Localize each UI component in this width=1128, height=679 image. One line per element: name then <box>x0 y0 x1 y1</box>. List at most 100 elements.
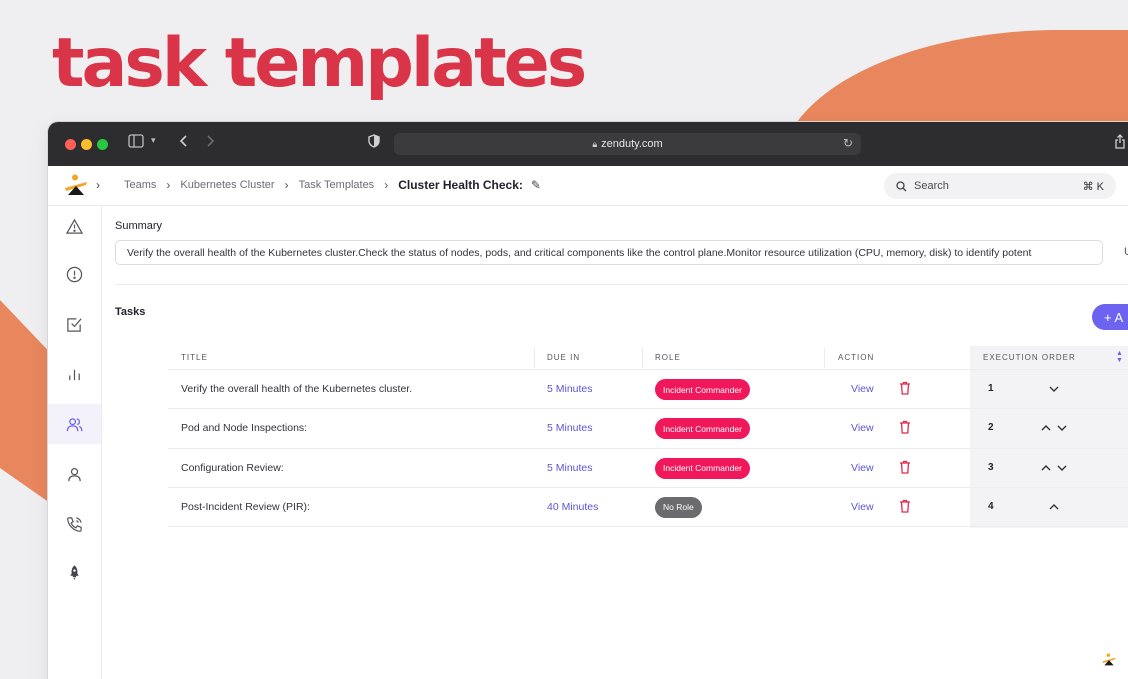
role-badge[interactable]: Incident Commander <box>655 418 750 440</box>
summary-extra: U <box>1124 246 1128 258</box>
table-body: Verify the overall health of the Kuberne… <box>168 370 1128 528</box>
lock-icon: 🔒︎ <box>592 138 598 149</box>
tasks-table: TITLE DUE IN ROLE ACTION EXECUTION ORDER… <box>168 346 1128 528</box>
move-down-icon[interactable] <box>1048 382 1060 394</box>
sidebar <box>48 206 102 679</box>
column-divider <box>642 348 643 368</box>
column-header-due-in: DUE IN <box>547 353 581 362</box>
column-header-title: TITLE <box>181 353 208 362</box>
column-header-execution-order[interactable]: EXECUTION ORDER <box>983 353 1076 362</box>
zenduty-footer-logo-icon <box>1102 653 1116 666</box>
column-header-action: ACTION <box>838 353 875 362</box>
breadcrumb-task-templates[interactable]: Task Templates <box>299 179 375 191</box>
phone-call-icon <box>67 516 82 532</box>
warning-triangle-icon <box>66 218 83 234</box>
add-task-button[interactable]: + A <box>1092 304 1128 330</box>
shield-icon[interactable] <box>368 134 380 152</box>
table-row: Configuration Review: 5 Minutes Incident C… <box>168 449 1128 488</box>
task-due-in: 40 Minutes <box>547 500 599 513</box>
chevron-right-icon: › <box>166 178 171 192</box>
sidebar-item-profile[interactable] <box>48 454 101 494</box>
move-down-icon[interactable] <box>1056 421 1068 433</box>
chevron-right-icon: › <box>96 178 100 192</box>
task-title: Post-Incident Review (PIR): <box>181 500 310 513</box>
trash-icon[interactable] <box>899 381 911 395</box>
alert-circle-icon <box>66 266 83 282</box>
execution-order-number: 2 <box>988 422 994 434</box>
column-divider <box>534 348 535 368</box>
share-icon[interactable] <box>1114 134 1126 153</box>
task-due-in: 5 Minutes <box>547 461 593 474</box>
minimize-window-button[interactable] <box>81 139 92 150</box>
task-due-in: 5 Minutes <box>547 383 593 395</box>
url-text: zenduty.com <box>601 138 663 150</box>
zoom-window-button[interactable] <box>97 139 108 150</box>
view-link[interactable]: View <box>851 383 874 395</box>
task-title: Pod and Node Inspections: <box>181 422 308 435</box>
chevron-right-icon: › <box>284 178 289 192</box>
table-header: TITLE DUE IN ROLE ACTION EXECUTION ORDER… <box>168 346 1128 370</box>
edit-pencil-icon[interactable]: ✎ <box>531 178 541 192</box>
breadcrumb-kubernetes-cluster[interactable]: Kubernetes Cluster <box>180 179 274 191</box>
chevron-down-icon[interactable]: ▾ <box>151 135 156 146</box>
chevron-right-icon: › <box>384 178 389 192</box>
sidebar-toggle-icon[interactable] <box>128 134 144 152</box>
table-row: Verify the overall health of the Kuberne… <box>168 370 1128 410</box>
sidebar-item-launch[interactable] <box>48 552 101 592</box>
browser-window: ▾ 🔒︎ zenduty.com ↻ › Teams › Kubernetes … <box>48 122 1128 679</box>
hero-title: task templates <box>52 24 587 103</box>
summary-label: Summary <box>115 220 163 232</box>
column-header-role: ROLE <box>655 353 681 362</box>
view-link[interactable]: View <box>851 501 874 513</box>
column-divider <box>824 348 825 368</box>
bar-chart-icon <box>69 369 80 380</box>
divider <box>115 284 1128 285</box>
user-icon <box>68 467 81 481</box>
table-row: Post-Incident Review (PIR): 40 Minutes No … <box>168 488 1128 528</box>
role-badge[interactable]: No Role <box>655 496 702 518</box>
view-link[interactable]: View <box>851 462 874 474</box>
sidebar-item-alerts[interactable] <box>48 206 101 246</box>
breadcrumb-current: Cluster Health Check: <box>398 178 523 192</box>
users-icon <box>66 417 83 431</box>
search-label: Search <box>914 180 949 192</box>
sidebar-item-tasks[interactable] <box>48 304 101 344</box>
back-icon[interactable] <box>178 134 188 152</box>
sidebar-item-calls[interactable] <box>48 504 101 544</box>
checkbox-icon <box>67 317 82 332</box>
search-icon <box>896 180 907 191</box>
reload-icon[interactable]: ↻ <box>843 136 853 150</box>
role-badge[interactable]: Incident Commander <box>655 379 750 400</box>
search-input[interactable]: Search ⌘ K <box>884 173 1116 199</box>
close-window-button[interactable] <box>65 139 76 150</box>
task-title: Configuration Review: <box>181 461 284 474</box>
forward-icon[interactable] <box>206 134 216 152</box>
sidebar-item-teams[interactable] <box>48 404 101 444</box>
sort-icon[interactable]: ▲ ▼ <box>1116 350 1123 364</box>
trash-icon[interactable] <box>899 460 911 474</box>
breadcrumb: Teams › Kubernetes Cluster › Task Templa… <box>124 178 541 192</box>
task-title: Verify the overall health of the Kuberne… <box>181 383 413 395</box>
move-down-icon[interactable] <box>1056 461 1068 473</box>
role-badge[interactable]: Incident Commander <box>655 457 750 479</box>
move-up-icon[interactable] <box>1040 421 1052 433</box>
trash-icon[interactable] <box>899 499 911 513</box>
view-link[interactable]: View <box>851 422 874 434</box>
zenduty-logo-icon[interactable] <box>64 174 88 196</box>
execution-order-number: 1 <box>988 383 994 394</box>
sidebar-item-analytics[interactable] <box>48 354 101 394</box>
sidebar-item-incidents[interactable] <box>48 254 101 294</box>
search-shortcut: ⌘ K <box>1082 180 1104 193</box>
move-up-icon[interactable] <box>1048 500 1060 512</box>
execution-order-number: 3 <box>988 461 994 473</box>
table-row: Pod and Node Inspections: 5 Minutes Incide… <box>168 409 1128 449</box>
breadcrumb-teams[interactable]: Teams <box>124 179 156 191</box>
browser-titlebar: ▾ 🔒︎ zenduty.com ↻ <box>48 122 1128 166</box>
execution-order-number: 4 <box>988 500 994 512</box>
rocket-icon <box>70 564 79 580</box>
summary-input[interactable]: Verify the overall health of the Kuberne… <box>115 240 1103 265</box>
address-bar[interactable]: 🔒︎ zenduty.com ↻ <box>394 133 861 155</box>
app-header: › Teams › Kubernetes Cluster › Task Temp… <box>48 166 1128 206</box>
move-up-icon[interactable] <box>1040 461 1052 473</box>
trash-icon[interactable] <box>899 420 911 434</box>
